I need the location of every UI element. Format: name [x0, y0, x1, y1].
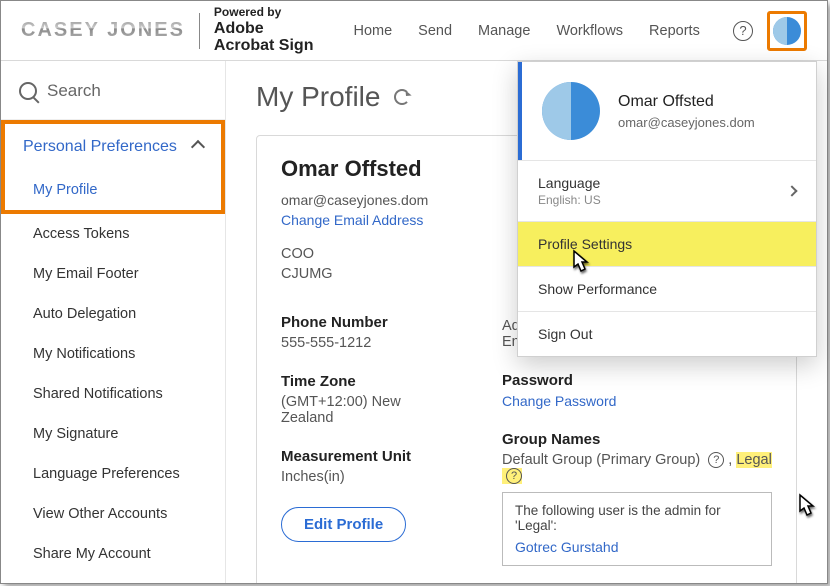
page-title: My Profile — [256, 81, 380, 113]
brand-name-2: Acrobat Sign — [214, 37, 314, 55]
dropdown-sign-out-label: Sign Out — [538, 326, 592, 342]
chevron-up-icon — [191, 140, 205, 154]
sidebar-item-my-profile[interactable]: My Profile — [1, 166, 225, 214]
user-avatar-large-icon — [542, 82, 600, 140]
group-names-value: Default Group (Primary Group) ? , Legal … — [502, 452, 772, 484]
sidebar-item-auto-delegation[interactable]: Auto Delegation — [1, 294, 225, 334]
brand-name-1: Adobe — [214, 20, 314, 38]
chevron-right-icon — [786, 185, 797, 196]
sidebar-item-view-other-accounts[interactable]: View Other Accounts — [1, 494, 225, 534]
search-icon — [19, 82, 37, 100]
dropdown-show-performance-label: Show Performance — [538, 281, 657, 297]
dropdown-header: Omar Offsted omar@caseyjones.dom — [518, 62, 816, 160]
dropdown-show-performance[interactable]: Show Performance — [518, 266, 816, 311]
dropdown-language-label: Language — [538, 175, 601, 191]
sidebar-item-my-signature[interactable]: My Signature — [1, 414, 225, 454]
group-separator: , — [728, 452, 732, 468]
app-header: CASEY JONES Powered by Adobe Acrobat Sig… — [1, 1, 827, 61]
nav-home[interactable]: Home — [353, 23, 392, 39]
dropdown-language[interactable]: Language English: US — [518, 160, 816, 221]
top-nav: Home Send Manage Workflows Reports — [353, 23, 699, 39]
dropdown-profile-settings-label: Profile Settings — [538, 236, 632, 252]
sidebar-search[interactable]: Search — [1, 75, 225, 120]
phone-label: Phone Number — [281, 314, 432, 331]
avatar-highlight — [767, 11, 807, 51]
user-avatar-icon[interactable] — [773, 17, 801, 45]
sidebar-item-email-footer[interactable]: My Email Footer — [1, 254, 225, 294]
group-admin-tooltip: The following user is the admin for 'Leg… — [502, 492, 772, 566]
sidebar-group-personal-preferences[interactable]: Personal Preferences — [1, 120, 225, 170]
profile-col-left: Phone Number 555-555-1212 Time Zone (GMT… — [281, 292, 432, 566]
user-menu-dropdown: Omar Offsted omar@caseyjones.dom Languag… — [517, 61, 817, 357]
sidebar-item-my-notifications[interactable]: My Notifications — [1, 334, 225, 374]
header-right: ? — [733, 11, 807, 51]
dropdown-user-name: Omar Offsted — [618, 93, 755, 111]
search-placeholder: Search — [47, 81, 101, 101]
refresh-icon[interactable] — [394, 89, 410, 105]
divider — [199, 13, 200, 49]
dropdown-profile-settings[interactable]: Profile Settings — [518, 221, 816, 266]
nav-reports[interactable]: Reports — [649, 23, 700, 39]
sidebar-item-shared-notifications[interactable]: Shared Notifications — [1, 374, 225, 414]
powered-by-block: Powered by Adobe Acrobat Sign — [214, 6, 314, 54]
password-label: Password — [502, 372, 772, 389]
sidebar-group-label: Personal Preferences — [23, 138, 177, 156]
group-primary: Default Group (Primary Group) — [502, 452, 700, 468]
phone-value: 555-555-1212 — [281, 335, 432, 351]
edit-profile-button[interactable]: Edit Profile — [281, 507, 406, 542]
group-names-label: Group Names — [502, 431, 772, 448]
nav-send[interactable]: Send — [418, 23, 452, 39]
sidebar-item-language-preferences[interactable]: Language Preferences — [1, 454, 225, 494]
measurement-value: Inches(in) — [281, 469, 432, 485]
measurement-label: Measurement Unit — [281, 448, 432, 465]
timezone-value: (GMT+12:00) New Zealand — [281, 394, 432, 426]
dropdown-sign-out[interactable]: Sign Out — [518, 311, 816, 356]
brand-logo: CASEY JONES — [21, 19, 185, 42]
sidebar-item-access-tokens[interactable]: Access Tokens — [1, 214, 225, 254]
tooltip-text: The following user is the admin for 'Leg… — [515, 503, 721, 533]
tooltip-admin-link[interactable]: Gotrec Gurstahd — [515, 539, 759, 555]
group-legal-label: Legal — [736, 452, 771, 468]
sidebar-item-share-my-account[interactable]: Share My Account — [1, 534, 225, 574]
help-icon[interactable]: ? — [733, 21, 753, 41]
nav-manage[interactable]: Manage — [478, 23, 530, 39]
dropdown-user-email: omar@caseyjones.dom — [618, 115, 755, 130]
info-icon[interactable]: ? — [708, 452, 724, 468]
dropdown-language-value: English: US — [538, 193, 601, 207]
info-icon[interactable]: ? — [506, 468, 522, 484]
nav-workflows[interactable]: Workflows — [556, 23, 623, 39]
sidebar: Search Personal Preferences My Profile A… — [1, 61, 226, 583]
timezone-label: Time Zone — [281, 373, 432, 390]
powered-by-label: Powered by — [214, 6, 314, 19]
change-password-link[interactable]: Change Password — [502, 393, 772, 409]
